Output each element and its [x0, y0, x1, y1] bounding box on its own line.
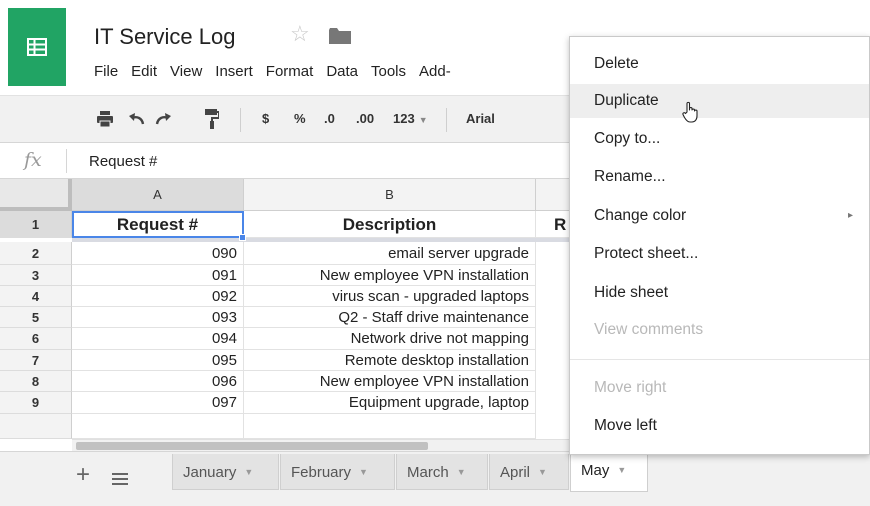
- row-header[interactable]: 4: [0, 286, 72, 307]
- cell-a6[interactable]: 094: [72, 328, 244, 350]
- column-header-a[interactable]: A: [72, 179, 244, 211]
- sheet-tab-april[interactable]: April ▼: [489, 454, 569, 490]
- formula-input[interactable]: Request #: [89, 153, 157, 170]
- row-header[interactable]: 5: [0, 307, 72, 328]
- more-formats-button[interactable]: 123 ▼: [393, 96, 428, 142]
- font-family-select[interactable]: Arial: [466, 96, 495, 142]
- sheet-tab-label: February: [291, 464, 352, 481]
- sheets-grid-icon: [27, 38, 47, 56]
- sheets-logo[interactable]: [8, 8, 66, 86]
- menu-file[interactable]: File: [94, 63, 118, 80]
- toolbar-separator: [446, 108, 447, 132]
- sheet-tab-may[interactable]: May ▼: [570, 452, 648, 492]
- chevron-down-icon[interactable]: ▼: [359, 454, 368, 490]
- cell-b9[interactable]: Equipment upgrade, laptop: [244, 392, 536, 414]
- chevron-down-icon[interactable]: ▼: [617, 452, 626, 488]
- cell-a5[interactable]: 093: [72, 307, 244, 328]
- redo-icon[interactable]: [154, 111, 172, 127]
- increase-decimal-button[interactable]: .00: [356, 96, 374, 142]
- row-header[interactable]: 2: [0, 242, 72, 265]
- formula-separator: [66, 149, 67, 173]
- chevron-down-icon[interactable]: ▼: [538, 454, 547, 490]
- sheet-tab-label: March: [407, 464, 449, 481]
- sheet-context-menu: Delete Duplicate Copy to... Rename... Ch…: [569, 36, 870, 455]
- decrease-decimal-button[interactable]: .0: [324, 96, 335, 142]
- row-header[interactable]: 3: [0, 265, 72, 286]
- menu-bar: File Edit View Insert Format Data Tools Add-: [94, 63, 464, 80]
- menu-addons[interactable]: Add-: [419, 63, 451, 80]
- cell-a10[interactable]: [72, 414, 244, 439]
- sheet-tab-label: January: [183, 464, 237, 481]
- cell-a4[interactable]: 092: [72, 286, 244, 307]
- menu-item-hide-sheet[interactable]: Hide sheet: [570, 276, 869, 310]
- add-sheet-icon[interactable]: +: [76, 462, 90, 488]
- menu-view[interactable]: View: [170, 63, 202, 80]
- fill-handle[interactable]: [239, 234, 246, 241]
- cell-b10[interactable]: [244, 414, 536, 439]
- cell-a9[interactable]: 097: [72, 392, 244, 414]
- formula-fx-icon: fx: [24, 149, 42, 171]
- star-icon[interactable]: ☆: [290, 22, 310, 46]
- menu-data[interactable]: Data: [326, 63, 358, 80]
- submenu-arrow-icon: ▸: [847, 210, 853, 221]
- cell-b2[interactable]: email server upgrade: [244, 242, 536, 265]
- row-header[interactable]: [0, 414, 72, 439]
- paint-format-icon[interactable]: [205, 109, 219, 129]
- row-header[interactable]: 9: [0, 392, 72, 414]
- column-header-b[interactable]: B: [244, 179, 536, 211]
- document-title[interactable]: IT Service Log: [94, 24, 235, 50]
- row-header[interactable]: 1: [0, 211, 72, 238]
- cell-b6[interactable]: Network drive not mapping: [244, 328, 536, 350]
- cell-a8[interactable]: 096: [72, 371, 244, 392]
- cell-a2[interactable]: 090: [72, 242, 244, 265]
- row-header[interactable]: 7: [0, 350, 72, 371]
- hand-pointer-icon: [682, 101, 698, 123]
- sheet-tab-label: April: [500, 464, 531, 481]
- print-icon[interactable]: [96, 110, 114, 128]
- menu-item-rename[interactable]: Rename...: [570, 160, 869, 194]
- select-all-corner[interactable]: [0, 179, 72, 211]
- cell-b5[interactable]: Q2 - Staff drive maintenance: [244, 307, 536, 328]
- sheet-tab-january[interactable]: January ▼: [172, 454, 279, 490]
- cell-b7[interactable]: Remote desktop installation: [244, 350, 536, 371]
- row-header[interactable]: 6: [0, 328, 72, 350]
- menu-item-protect-sheet[interactable]: Protect sheet...: [570, 237, 869, 271]
- menu-insert[interactable]: Insert: [215, 63, 253, 80]
- menu-item-change-color[interactable]: Change color ▸: [570, 199, 869, 233]
- currency-button[interactable]: $: [262, 96, 269, 142]
- all-sheets-menu-icon[interactable]: [112, 473, 128, 485]
- menu-item-delete[interactable]: Delete: [570, 47, 869, 81]
- cell-b8[interactable]: New employee VPN installation: [244, 371, 536, 392]
- cell-b3[interactable]: New employee VPN installation: [244, 265, 536, 286]
- sheet-tab-label: May: [581, 462, 610, 479]
- chevron-down-icon[interactable]: ▼: [244, 454, 253, 490]
- chevron-down-icon: ▼: [418, 115, 428, 125]
- percent-button[interactable]: %: [294, 96, 306, 142]
- menu-item-move-left[interactable]: Move left: [570, 409, 869, 443]
- folder-icon[interactable]: [329, 28, 351, 44]
- menu-item-copy-to[interactable]: Copy to...: [570, 122, 869, 156]
- chevron-down-icon[interactable]: ▼: [457, 454, 466, 490]
- sheet-tab-february[interactable]: February ▼: [280, 454, 395, 490]
- sheet-tab-bar: + January ▼ February ▼ March ▼ April ▼ May ▼: [0, 451, 870, 506]
- menu-item-move-right: Move right: [594, 379, 667, 396]
- cell-b1[interactable]: Description: [244, 211, 536, 238]
- menu-format[interactable]: Format: [266, 63, 314, 80]
- row-header[interactable]: 8: [0, 371, 72, 392]
- cell-b4[interactable]: virus scan - upgraded laptops: [244, 286, 536, 307]
- cell-a3[interactable]: 091: [72, 265, 244, 286]
- menu-item-label: Change color: [594, 207, 687, 224]
- scrollbar-thumb[interactable]: [76, 442, 428, 450]
- active-cell-selection: [72, 211, 244, 238]
- menu-separator: [570, 359, 869, 360]
- toolbar-separator: [240, 108, 241, 132]
- menu-edit[interactable]: Edit: [131, 63, 157, 80]
- cell-a7[interactable]: 095: [72, 350, 244, 371]
- menu-item-duplicate[interactable]: Duplicate: [570, 84, 869, 118]
- undo-icon[interactable]: [128, 111, 146, 127]
- sheet-tab-march[interactable]: March ▼: [396, 454, 488, 490]
- menu-item-view-comments: View comments: [594, 321, 704, 338]
- menu-tools[interactable]: Tools: [371, 63, 406, 80]
- more-formats-label: 123: [393, 111, 415, 126]
